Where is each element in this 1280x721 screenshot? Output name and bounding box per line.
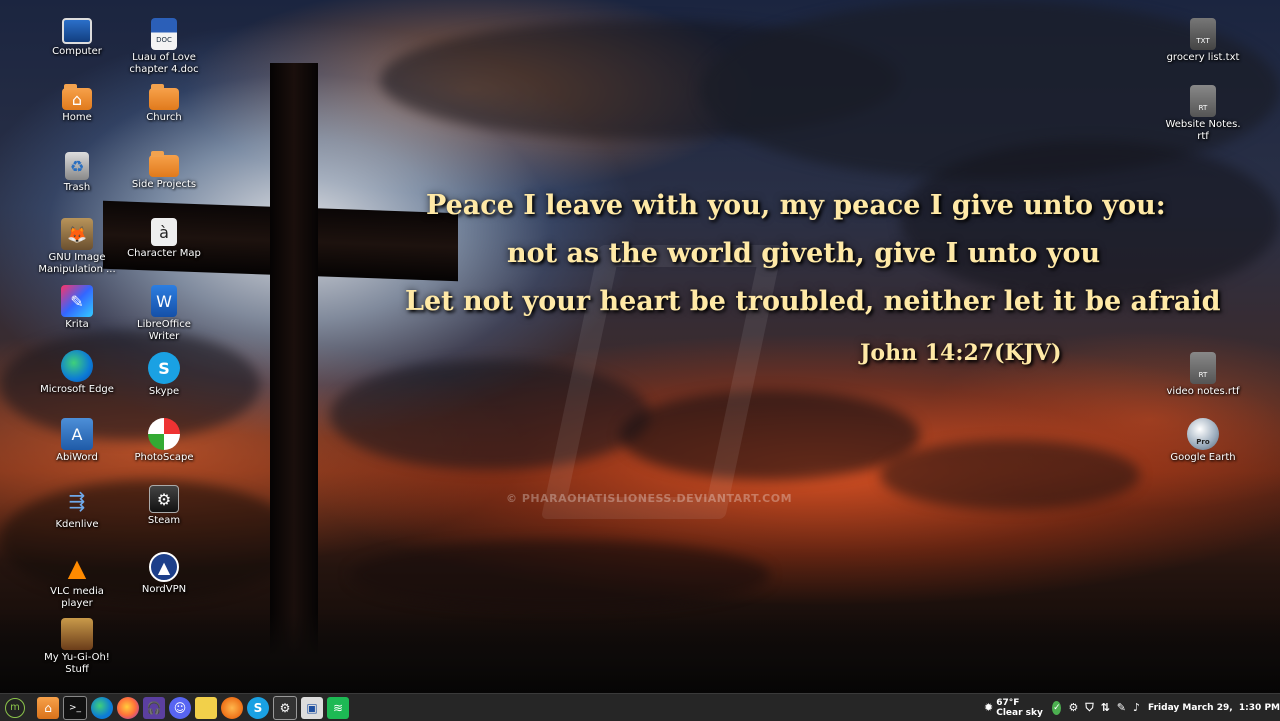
desktop-icon-home[interactable]: ⌂ Home bbox=[38, 84, 116, 124]
desktop-icon-side-projects[interactable]: Side Projects bbox=[125, 151, 203, 191]
verse-line-1: Peace I leave with you, my peace I give … bbox=[426, 190, 1166, 221]
folder-icon bbox=[149, 151, 179, 177]
photoscape-icon bbox=[148, 418, 180, 450]
cross-post bbox=[270, 63, 318, 693]
verse-line-3: Let not your heart be troubled, neither … bbox=[405, 286, 1221, 317]
desktop-icon-kdenlive[interactable]: ⇶ Kdenlive bbox=[38, 485, 116, 531]
verse-reference: John 14:27(KJV) bbox=[860, 340, 1062, 366]
desktop-icon-nordvpn[interactable]: ▲ NordVPN bbox=[125, 552, 203, 596]
desktop-icon-computer[interactable]: Computer bbox=[38, 18, 116, 58]
desktop-icon-libreoffice-writer[interactable]: W LibreOffice Writer bbox=[125, 285, 203, 343]
kdenlive-icon: ⇶ bbox=[68, 489, 86, 513]
home-folder-icon: ⌂ bbox=[62, 84, 92, 110]
doc-file-icon: DOC bbox=[151, 18, 177, 50]
network-icon[interactable]: ⇅ bbox=[1101, 701, 1110, 714]
treeline-silhouette bbox=[0, 613, 1280, 693]
desktop-icon-abiword[interactable]: A AbiWord bbox=[38, 418, 116, 464]
avatar-icon[interactable] bbox=[221, 696, 243, 719]
firefox-icon[interactable] bbox=[117, 696, 139, 719]
desktop-icon-skype[interactable]: S Skype bbox=[125, 352, 203, 398]
nordvpn-icon: ▲ bbox=[149, 552, 179, 582]
headphones-icon[interactable]: 🎧 bbox=[143, 696, 165, 719]
vlc-icon: ▲ bbox=[67, 554, 87, 582]
trash-icon: ♻ bbox=[65, 152, 89, 180]
desktop-icon-video-notes[interactable]: RT video notes.rtf bbox=[1164, 352, 1242, 398]
verse-line-2: not as the world giveth, give I unto you bbox=[507, 238, 1101, 269]
krita-icon: ✎ bbox=[61, 285, 93, 317]
skype-icon[interactable]: S bbox=[247, 696, 269, 719]
watermark-text: © PHARAOHATISLIONESS.DEVIANTART.COM bbox=[506, 492, 793, 505]
clock[interactable]: Friday March 29, 1:30 PM bbox=[1148, 703, 1280, 713]
desktop-icon-krita[interactable]: ✎ Krita bbox=[38, 285, 116, 331]
yugioh-folder-icon bbox=[61, 618, 93, 650]
system-tray: ✹ 67°F Clear sky ✓ ⚙ ⛉ ⇅ ✎ ♪ Friday Marc… bbox=[984, 694, 1280, 721]
desktop-icon-website-notes[interactable]: RT Website Notes. rtf bbox=[1164, 85, 1242, 143]
rtf-file-icon: RT bbox=[1190, 352, 1216, 384]
desktop-icon-gimp[interactable]: 🦊 GNU Image Manipulation ... bbox=[38, 218, 116, 276]
desktop-icon-yugioh[interactable]: My Yu-Gi-Oh! Stuff bbox=[38, 618, 116, 676]
desktop-icon-edge[interactable]: Microsoft Edge bbox=[38, 350, 116, 396]
edge-icon[interactable] bbox=[91, 696, 113, 719]
desktop-icon-luau-doc[interactable]: DOC Luau of Love chapter 4.doc bbox=[125, 18, 203, 76]
pen-icon[interactable]: ✎ bbox=[1117, 701, 1126, 714]
google-earth-icon: Pro bbox=[1187, 418, 1219, 450]
desktop-icon-photoscape[interactable]: PhotoScape bbox=[125, 418, 203, 464]
spotify-icon[interactable]: ≋ bbox=[327, 696, 349, 719]
discord-icon[interactable]: ☺ bbox=[169, 696, 191, 719]
steam-icon: ⚙ bbox=[149, 485, 179, 513]
desktop-icon-character-map[interactable]: à Character Map bbox=[125, 218, 203, 260]
gimp-icon: 🦊 bbox=[61, 218, 93, 250]
notes-icon[interactable] bbox=[195, 696, 217, 719]
rtf-file-icon: RT bbox=[1190, 85, 1216, 117]
txt-file-icon: TXT bbox=[1190, 18, 1216, 50]
update-ok-icon[interactable]: ✓ bbox=[1052, 700, 1062, 715]
folder-icon bbox=[149, 84, 179, 110]
desktop-icon-trash[interactable]: ♻ Trash bbox=[38, 152, 116, 194]
menu-icon[interactable]: m bbox=[5, 697, 25, 718]
abiword-icon: A bbox=[61, 418, 93, 450]
skype-icon: S bbox=[148, 352, 180, 384]
music-icon[interactable]: ♪ bbox=[1133, 701, 1140, 714]
shield-icon[interactable]: ⛉ bbox=[1085, 701, 1093, 715]
desktop-icon-steam[interactable]: ⚙ Steam bbox=[125, 485, 203, 527]
desktop-icon-grocery-list[interactable]: TXT grocery list.txt bbox=[1164, 18, 1242, 64]
files-icon[interactable]: ⌂ bbox=[37, 696, 59, 719]
terminal-icon[interactable]: >_ bbox=[63, 695, 87, 720]
computer-icon bbox=[62, 18, 92, 44]
desktop-icon-church[interactable]: Church bbox=[125, 84, 203, 124]
writer-icon: W bbox=[151, 285, 177, 317]
desktop-icon-vlc[interactable]: ▲ VLC media player bbox=[38, 552, 116, 610]
desktop-icon-google-earth[interactable]: Pro Google Earth bbox=[1164, 418, 1242, 464]
character-map-icon: à bbox=[151, 218, 177, 246]
weather-sun-icon: ✹ bbox=[984, 701, 994, 714]
steam-icon[interactable]: ⚙ bbox=[273, 695, 297, 720]
edge-icon bbox=[61, 350, 93, 382]
steam-tray-icon[interactable]: ⚙ bbox=[1068, 701, 1078, 714]
taskbar: m ⌂ >_ 🎧 ☺ S ⚙ ▣ ≋ ✹ 67°F Clear sky ✓ ⚙ … bbox=[0, 693, 1280, 721]
display-icon[interactable]: ▣ bbox=[301, 696, 323, 719]
weather-text[interactable]: 67°F Clear sky bbox=[996, 698, 1044, 718]
